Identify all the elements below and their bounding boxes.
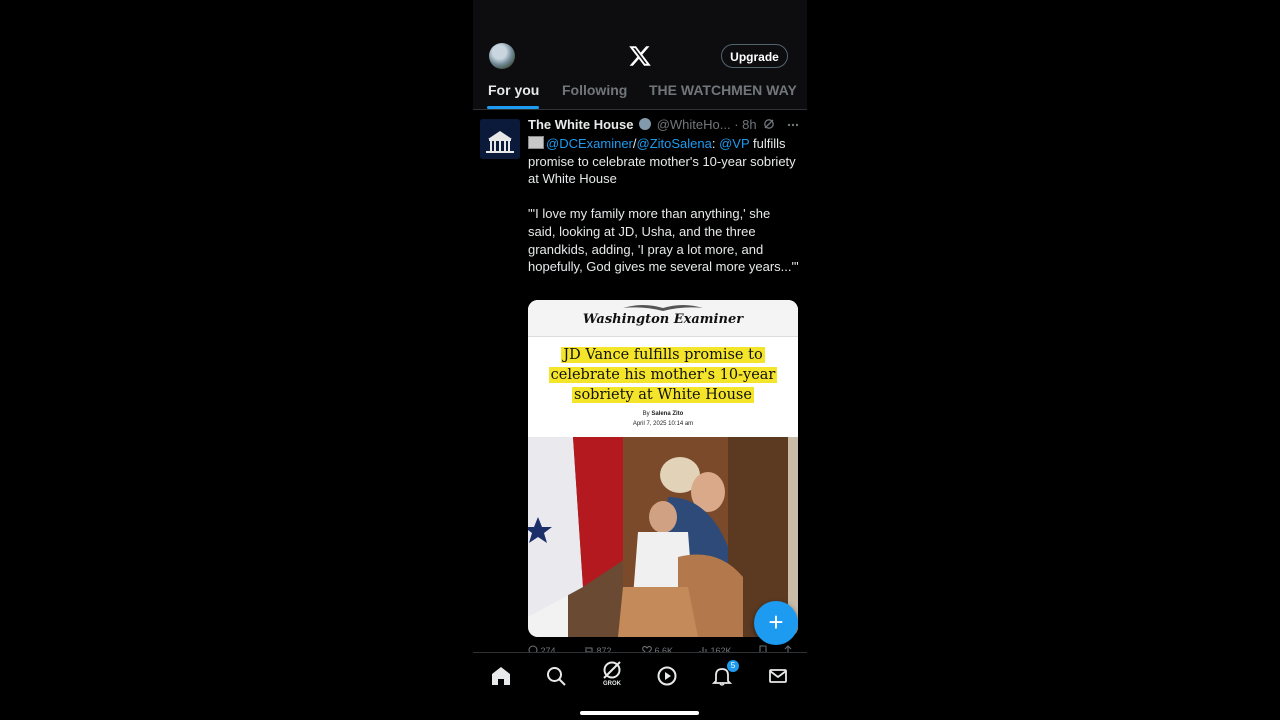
home-indicator [580,711,699,715]
bottom-navigation: GROK 5 [473,652,807,720]
plus-icon: + [768,607,784,637]
mention-vp[interactable]: @VP [719,136,749,151]
home-icon[interactable] [490,665,512,687]
mention-zitosalena[interactable]: @ZitoSalena [637,136,712,151]
white-house-avatar[interactable] [480,119,520,159]
phone-screen: Upgrade For you Following THE WATCHMEN W… [473,0,807,720]
article-date: April 7, 2025 10:14 am [632,421,694,427]
article-photo [528,437,798,637]
author-handle[interactable]: @WhiteHo... [657,117,731,132]
article-image-card[interactable]: Washington Examiner JD Vance fulfills pr… [528,300,798,637]
headline-line: celebrate his mother's 10-year [548,367,778,383]
top-bar: Upgrade For you Following THE WATCHMEN W… [473,0,807,110]
headline-line: sobriety at White House [572,387,754,403]
x-logo-icon[interactable] [628,44,652,68]
byline-author: Salena Zito [651,411,684,417]
tab-for-you[interactable]: For you [488,82,539,98]
mention-dcexaminer[interactable]: @DCExaminer [546,136,633,151]
masthead: Washington Examiner [582,312,744,327]
post-header: The White House @WhiteHo... · 8h [528,117,803,135]
photo-illustration [528,437,798,637]
post-text-quote: "'I love my family more than anything,' … [528,206,799,275]
post-time: · 8h [734,117,757,132]
more-options-icon[interactable] [787,123,799,127]
timeline-tabs: For you Following THE WATCHMEN WAY [473,78,807,110]
divider [473,109,807,110]
profile-avatar[interactable] [489,43,515,69]
tab-the-watchmen-way[interactable]: THE WATCHMEN WAY [649,82,797,98]
grok-icon[interactable] [601,659,623,681]
newspaper-icon [528,136,544,149]
article-headline: JD Vance fulfills promise to celebrate h… [538,345,788,405]
tab-following[interactable]: Following [562,82,627,98]
headline-line: JD Vance fulfills promise to [561,347,765,363]
masthead-bar: Washington Examiner [528,300,798,337]
compose-button[interactable]: + [754,601,798,645]
byline: By Salena Zito [528,411,798,417]
grok-explain-icon[interactable] [763,118,775,130]
white-house-logo-icon [480,119,520,159]
author-name[interactable]: The White House [528,117,633,132]
verified-badge-icon [639,118,652,130]
post-body: @DCExaminer/@ZitoSalena: @VP fulfills pr… [528,135,800,276]
byline-prefix: By [642,411,650,417]
notification-badge: 5 [727,660,739,672]
upgrade-button[interactable]: Upgrade [721,44,788,68]
video-play-icon[interactable] [656,665,678,687]
grok-label: GROK [603,681,621,687]
search-icon[interactable] [545,665,567,687]
article-header: Washington Examiner JD Vance fulfills pr… [528,300,798,437]
messages-icon[interactable] [767,665,789,687]
